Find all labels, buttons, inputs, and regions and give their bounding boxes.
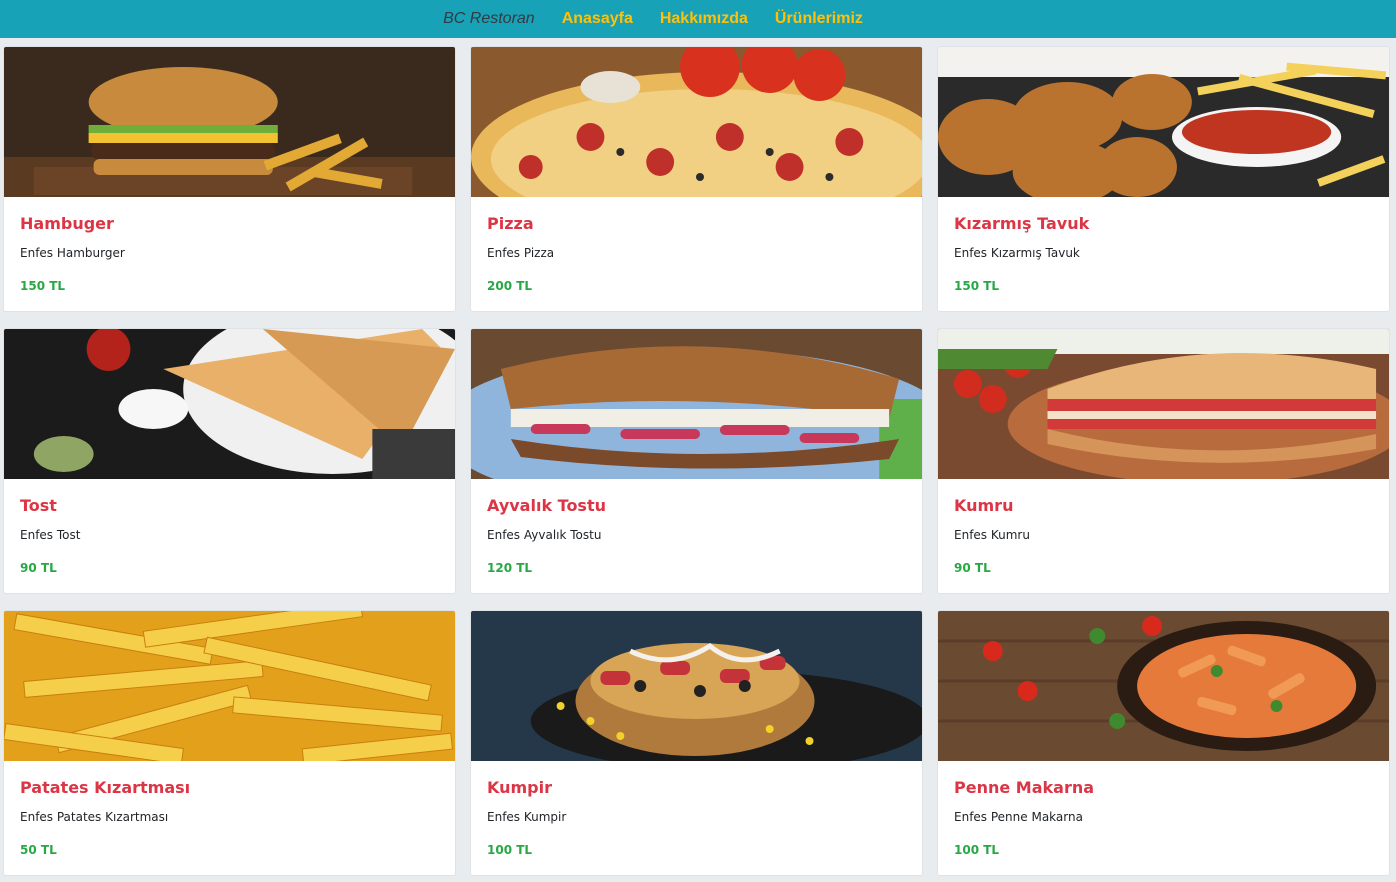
nav-link-hakkimizda[interactable]: Hakkımızda <box>660 10 748 28</box>
product-name: Penne Makarna <box>954 778 1095 797</box>
product-price: 150 TL <box>954 279 1000 293</box>
product-card[interactable]: Kumru Enfes Kumru 90 TL <box>937 328 1390 594</box>
product-name: Pizza <box>487 214 534 233</box>
top-navbar: BC Restoran Anasayfa Hakkımızda Ürünleri… <box>0 0 1396 38</box>
product-price: 200 TL <box>487 279 533 293</box>
penne-pasta-photo <box>938 611 1389 761</box>
product-price: 100 TL <box>487 843 533 857</box>
pizza-photo <box>471 47 922 197</box>
nav-link-urunlerimiz[interactable]: Ürünlerimiz <box>775 10 863 28</box>
product-price: 90 TL <box>954 561 991 575</box>
product-price: 120 TL <box>487 561 533 575</box>
product-name: Kumpir <box>487 778 553 797</box>
french-fries-photo <box>4 611 455 761</box>
product-name: Ayvalık Tostu <box>487 496 606 515</box>
product-card[interactable]: Kızarmış Tavuk Enfes Kızarmış Tavuk 150 … <box>937 46 1390 312</box>
product-name: Hambuger <box>20 214 114 233</box>
kumru-photo <box>938 329 1389 479</box>
product-description: Enfes Kızarmış Tavuk <box>954 246 1080 260</box>
product-card[interactable]: Kumpir Enfes Kumpir 100 TL <box>470 610 923 876</box>
product-description: Enfes Tost <box>20 528 81 542</box>
product-description: Enfes Hamburger <box>20 246 125 260</box>
product-description: Enfes Ayvalık Tostu <box>487 528 602 542</box>
product-description: Enfes Kumru <box>954 528 1030 542</box>
product-name: Tost <box>20 496 57 515</box>
nav-link-anasayfa[interactable]: Anasayfa <box>562 10 633 28</box>
kumpir-photo <box>471 611 922 761</box>
product-grid: Hambuger Enfes Hamburger 150 TL Pizza En… <box>3 46 1390 876</box>
product-card[interactable]: Tost Enfes Tost 90 TL <box>3 328 456 594</box>
product-price: 100 TL <box>954 843 1000 857</box>
product-price: 150 TL <box>20 279 66 293</box>
product-description: Enfes Patates Kızartması <box>20 810 169 824</box>
hamburger-photo <box>4 47 455 197</box>
product-card[interactable]: Pizza Enfes Pizza 200 TL <box>470 46 923 312</box>
product-name: Kızarmış Tavuk <box>954 214 1090 233</box>
product-card[interactable]: Penne Makarna Enfes Penne Makarna 100 TL <box>937 610 1390 876</box>
product-description: Enfes Penne Makarna <box>954 810 1083 824</box>
ayvalik-toast-photo <box>471 329 922 479</box>
product-name: Patates Kızartması <box>20 778 191 797</box>
product-description: Enfes Pizza <box>487 246 555 260</box>
toast-photo <box>4 329 455 479</box>
product-description: Enfes Kumpir <box>487 810 567 824</box>
product-name: Kumru <box>954 496 1014 515</box>
product-price: 90 TL <box>20 561 57 575</box>
fried-chicken-photo <box>938 47 1389 197</box>
product-card[interactable]: Patates Kızartması Enfes Patates Kızartm… <box>3 610 456 876</box>
product-card[interactable]: Ayvalık Tostu Enfes Ayvalık Tostu 120 TL <box>470 328 923 594</box>
product-card[interactable]: Hambuger Enfes Hamburger 150 TL <box>3 46 456 312</box>
product-price: 50 TL <box>20 843 57 857</box>
brand-link[interactable]: BC Restoran <box>443 10 535 28</box>
